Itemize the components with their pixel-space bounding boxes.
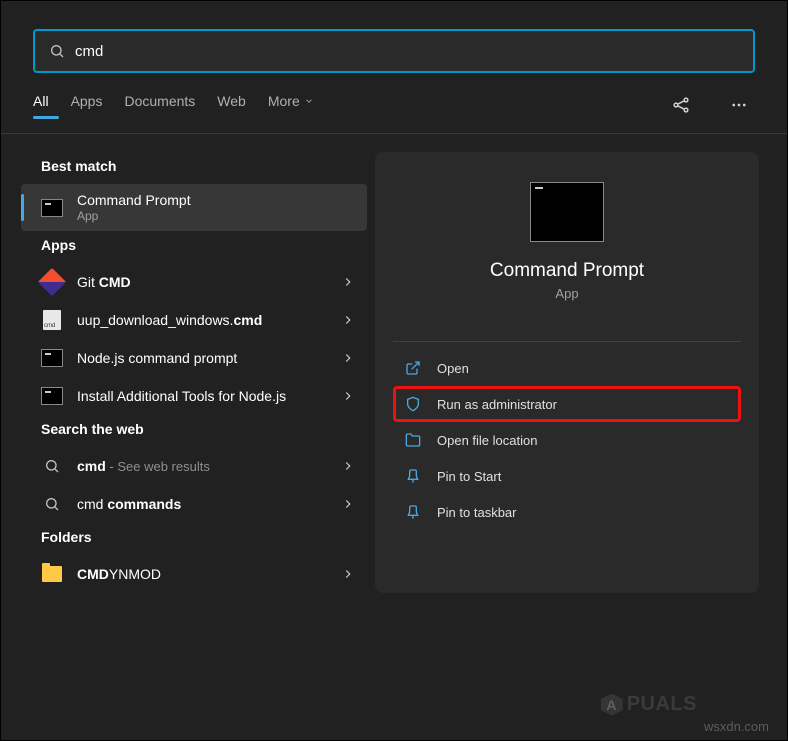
result-sub: App	[77, 209, 355, 223]
results-list: Best match Command Prompt App Apps Git C…	[21, 152, 367, 593]
result-uup-download[interactable]: uup_download_windows.cmd	[21, 301, 367, 339]
folder-icon	[41, 563, 63, 585]
pin-icon	[403, 466, 423, 486]
share-icon	[671, 95, 691, 115]
result-name: Git CMD	[77, 274, 341, 290]
section-best-match: Best match	[21, 152, 367, 184]
chevron-right-icon	[341, 389, 355, 403]
result-nodejs-prompt[interactable]: Node.js command prompt	[21, 339, 367, 377]
cmd-icon	[41, 347, 63, 369]
chevron-right-icon	[341, 567, 355, 581]
result-nodejs-tools[interactable]: Install Additional Tools for Node.js	[21, 377, 367, 415]
action-open-location[interactable]: Open file location	[393, 422, 741, 458]
tab-web[interactable]: Web	[217, 93, 246, 117]
search-icon	[49, 43, 65, 59]
tab-more[interactable]: More	[268, 93, 314, 117]
result-name: cmd commands	[77, 496, 341, 512]
details-title: Command Prompt	[490, 260, 644, 282]
app-hero-icon	[530, 182, 604, 242]
filter-tabs: All Apps Documents Web More	[1, 85, 787, 134]
start-search-window: All Apps Documents Web More Best match C…	[0, 0, 788, 741]
details-panel: Command Prompt App Open Run as administr…	[375, 152, 759, 593]
search-icon	[41, 455, 63, 477]
details-subtitle: App	[555, 286, 578, 301]
hexagon-logo-icon: A	[601, 694, 623, 716]
action-open[interactable]: Open	[393, 350, 741, 386]
section-web: Search the web	[21, 415, 367, 447]
open-icon	[403, 358, 423, 378]
result-name: Node.js command prompt	[77, 350, 341, 366]
action-label: Run as administrator	[437, 397, 557, 412]
section-folders: Folders	[21, 523, 367, 555]
action-label: Pin to taskbar	[437, 505, 517, 520]
folder-outline-icon	[403, 430, 423, 450]
tab-apps[interactable]: Apps	[71, 93, 103, 117]
cmd-icon	[41, 197, 63, 219]
result-name: uup_download_windows.cmd	[77, 312, 341, 328]
result-name: Command Prompt	[77, 192, 355, 208]
action-pin-taskbar[interactable]: Pin to taskbar	[393, 494, 741, 530]
action-label: Open file location	[437, 433, 537, 448]
cmd-icon	[41, 385, 63, 407]
result-name: CMDYNMOD	[77, 566, 341, 582]
search-input[interactable]	[75, 43, 739, 60]
action-pin-start[interactable]: Pin to Start	[393, 458, 741, 494]
search-bar[interactable]	[33, 29, 755, 73]
watermark-text: wsxdn.com	[704, 719, 769, 734]
result-git-cmd[interactable]: Git CMD	[21, 263, 367, 301]
result-command-prompt[interactable]: Command Prompt App	[21, 184, 367, 231]
action-run-as-admin[interactable]: Run as administrator	[393, 386, 741, 422]
chevron-down-icon	[304, 96, 314, 106]
details-actions: Open Run as administrator Open file loca…	[393, 341, 741, 530]
chevron-right-icon	[341, 275, 355, 289]
pin-icon	[403, 502, 423, 522]
result-web-cmd-commands[interactable]: cmd commands	[21, 485, 367, 523]
tab-documents[interactable]: Documents	[124, 93, 195, 117]
action-label: Pin to Start	[437, 469, 501, 484]
chevron-right-icon	[341, 497, 355, 511]
result-name: cmd - See web results	[77, 458, 341, 474]
search-icon	[41, 493, 63, 515]
search-preferences-button[interactable]	[665, 89, 697, 121]
chevron-right-icon	[341, 351, 355, 365]
action-label: Open	[437, 361, 469, 376]
git-icon	[41, 271, 63, 293]
tab-all[interactable]: All	[33, 93, 49, 117]
ellipsis-icon	[730, 96, 748, 114]
chevron-right-icon	[341, 459, 355, 473]
overflow-button[interactable]	[723, 89, 755, 121]
section-apps: Apps	[21, 231, 367, 263]
file-icon	[41, 309, 63, 331]
result-name: Install Additional Tools for Node.js	[77, 388, 341, 404]
tab-more-label: More	[268, 93, 300, 109]
watermark-logo: A PUALS	[601, 693, 697, 716]
result-web-cmd[interactable]: cmd - See web results	[21, 447, 367, 485]
shield-icon	[403, 394, 423, 414]
chevron-right-icon	[341, 313, 355, 327]
result-folder-cmdynmod[interactable]: CMDYNMOD	[21, 555, 367, 593]
